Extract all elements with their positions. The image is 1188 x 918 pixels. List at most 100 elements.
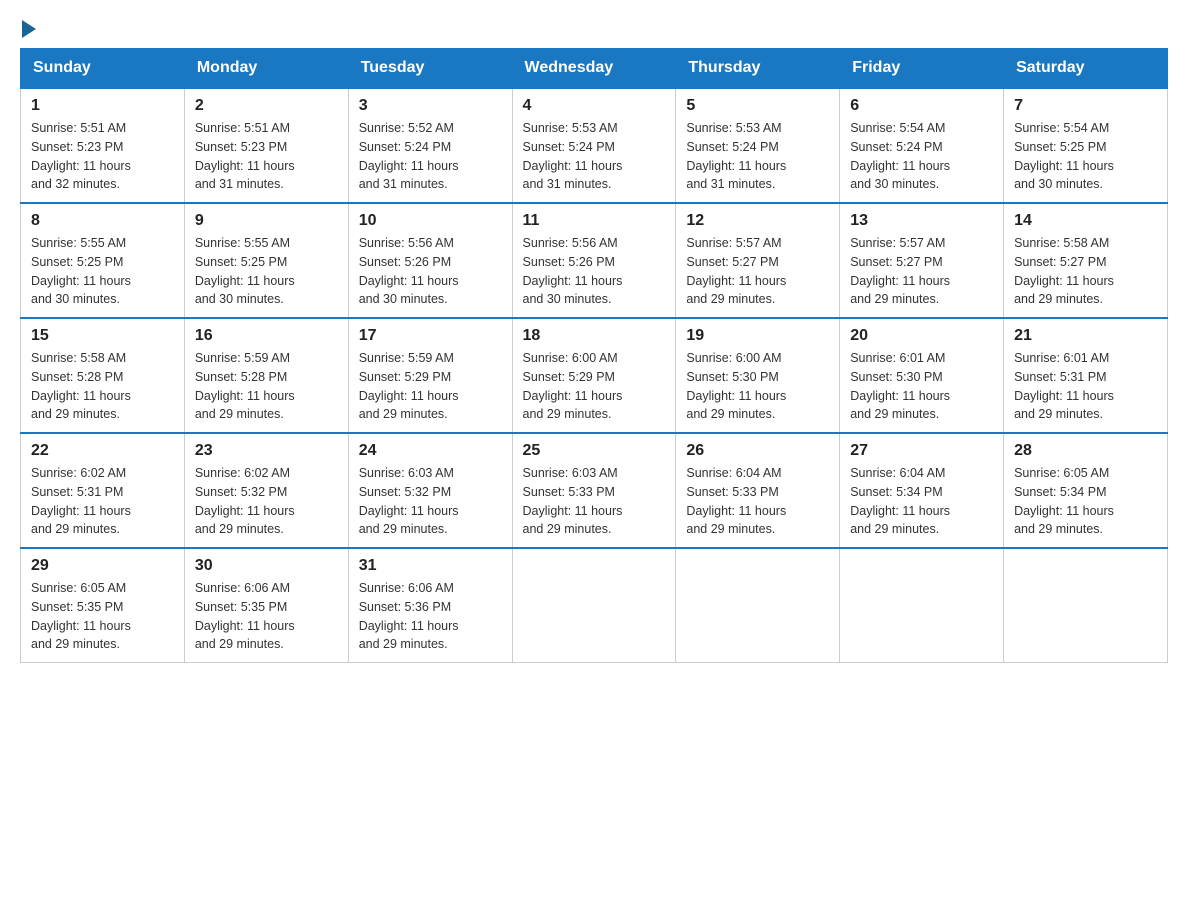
calendar-cell: [1004, 548, 1168, 663]
day-number: 21: [1014, 327, 1157, 345]
day-info: Sunrise: 6:02 AMSunset: 5:32 PMDaylight:…: [195, 466, 295, 536]
calendar-cell: 17 Sunrise: 5:59 AMSunset: 5:29 PMDaylig…: [348, 318, 512, 433]
day-number: 4: [523, 97, 666, 115]
calendar-cell: 26 Sunrise: 6:04 AMSunset: 5:33 PMDaylig…: [676, 433, 840, 548]
day-number: 19: [686, 327, 829, 345]
weekday-header-saturday: Saturday: [1004, 49, 1168, 89]
day-info: Sunrise: 5:57 AMSunset: 5:27 PMDaylight:…: [850, 236, 950, 306]
calendar-cell: 5 Sunrise: 5:53 AMSunset: 5:24 PMDayligh…: [676, 88, 840, 203]
day-number: 23: [195, 442, 338, 460]
day-info: Sunrise: 6:04 AMSunset: 5:34 PMDaylight:…: [850, 466, 950, 536]
day-number: 30: [195, 557, 338, 575]
day-number: 6: [850, 97, 993, 115]
calendar-cell: 18 Sunrise: 6:00 AMSunset: 5:29 PMDaylig…: [512, 318, 676, 433]
day-number: 16: [195, 327, 338, 345]
page-header: [20, 20, 1168, 38]
day-info: Sunrise: 6:00 AMSunset: 5:29 PMDaylight:…: [523, 351, 623, 421]
weekday-header-tuesday: Tuesday: [348, 49, 512, 89]
day-number: 22: [31, 442, 174, 460]
calendar-cell: 28 Sunrise: 6:05 AMSunset: 5:34 PMDaylig…: [1004, 433, 1168, 548]
calendar-cell: 4 Sunrise: 5:53 AMSunset: 5:24 PMDayligh…: [512, 88, 676, 203]
calendar-cell: 15 Sunrise: 5:58 AMSunset: 5:28 PMDaylig…: [21, 318, 185, 433]
calendar-cell: 16 Sunrise: 5:59 AMSunset: 5:28 PMDaylig…: [184, 318, 348, 433]
day-info: Sunrise: 6:01 AMSunset: 5:30 PMDaylight:…: [850, 351, 950, 421]
day-info: Sunrise: 5:57 AMSunset: 5:27 PMDaylight:…: [686, 236, 786, 306]
calendar-cell: 3 Sunrise: 5:52 AMSunset: 5:24 PMDayligh…: [348, 88, 512, 203]
calendar-week-row: 8 Sunrise: 5:55 AMSunset: 5:25 PMDayligh…: [21, 203, 1168, 318]
day-number: 27: [850, 442, 993, 460]
day-number: 28: [1014, 442, 1157, 460]
day-number: 8: [31, 212, 174, 230]
day-info: Sunrise: 6:00 AMSunset: 5:30 PMDaylight:…: [686, 351, 786, 421]
day-info: Sunrise: 5:53 AMSunset: 5:24 PMDaylight:…: [686, 121, 786, 191]
weekday-header-friday: Friday: [840, 49, 1004, 89]
calendar-week-row: 15 Sunrise: 5:58 AMSunset: 5:28 PMDaylig…: [21, 318, 1168, 433]
calendar-cell: 12 Sunrise: 5:57 AMSunset: 5:27 PMDaylig…: [676, 203, 840, 318]
day-number: 14: [1014, 212, 1157, 230]
calendar-cell: 10 Sunrise: 5:56 AMSunset: 5:26 PMDaylig…: [348, 203, 512, 318]
calendar-week-row: 22 Sunrise: 6:02 AMSunset: 5:31 PMDaylig…: [21, 433, 1168, 548]
calendar-cell: 30 Sunrise: 6:06 AMSunset: 5:35 PMDaylig…: [184, 548, 348, 663]
day-info: Sunrise: 5:51 AMSunset: 5:23 PMDaylight:…: [195, 121, 295, 191]
day-info: Sunrise: 6:03 AMSunset: 5:32 PMDaylight:…: [359, 466, 459, 536]
calendar-header-row: SundayMondayTuesdayWednesdayThursdayFrid…: [21, 49, 1168, 89]
day-info: Sunrise: 6:05 AMSunset: 5:35 PMDaylight:…: [31, 581, 131, 651]
calendar-cell: 7 Sunrise: 5:54 AMSunset: 5:25 PMDayligh…: [1004, 88, 1168, 203]
logo-triangle-icon: [22, 20, 36, 38]
day-info: Sunrise: 5:56 AMSunset: 5:26 PMDaylight:…: [359, 236, 459, 306]
calendar-cell: [840, 548, 1004, 663]
day-info: Sunrise: 5:56 AMSunset: 5:26 PMDaylight:…: [523, 236, 623, 306]
day-info: Sunrise: 5:59 AMSunset: 5:28 PMDaylight:…: [195, 351, 295, 421]
calendar-table: SundayMondayTuesdayWednesdayThursdayFrid…: [20, 48, 1168, 663]
day-info: Sunrise: 5:55 AMSunset: 5:25 PMDaylight:…: [31, 236, 131, 306]
day-number: 17: [359, 327, 502, 345]
day-info: Sunrise: 6:05 AMSunset: 5:34 PMDaylight:…: [1014, 466, 1114, 536]
day-info: Sunrise: 6:03 AMSunset: 5:33 PMDaylight:…: [523, 466, 623, 536]
day-info: Sunrise: 5:58 AMSunset: 5:28 PMDaylight:…: [31, 351, 131, 421]
day-number: 26: [686, 442, 829, 460]
day-info: Sunrise: 5:52 AMSunset: 5:24 PMDaylight:…: [359, 121, 459, 191]
day-number: 7: [1014, 97, 1157, 115]
day-info: Sunrise: 6:06 AMSunset: 5:36 PMDaylight:…: [359, 581, 459, 651]
calendar-cell: [512, 548, 676, 663]
calendar-cell: 20 Sunrise: 6:01 AMSunset: 5:30 PMDaylig…: [840, 318, 1004, 433]
day-number: 25: [523, 442, 666, 460]
logo: [20, 20, 38, 38]
day-number: 24: [359, 442, 502, 460]
day-number: 3: [359, 97, 502, 115]
day-number: 11: [523, 212, 666, 230]
calendar-cell: 27 Sunrise: 6:04 AMSunset: 5:34 PMDaylig…: [840, 433, 1004, 548]
calendar-cell: 22 Sunrise: 6:02 AMSunset: 5:31 PMDaylig…: [21, 433, 185, 548]
calendar-cell: 14 Sunrise: 5:58 AMSunset: 5:27 PMDaylig…: [1004, 203, 1168, 318]
day-info: Sunrise: 5:58 AMSunset: 5:27 PMDaylight:…: [1014, 236, 1114, 306]
day-info: Sunrise: 6:02 AMSunset: 5:31 PMDaylight:…: [31, 466, 131, 536]
calendar-week-row: 1 Sunrise: 5:51 AMSunset: 5:23 PMDayligh…: [21, 88, 1168, 203]
day-info: Sunrise: 6:06 AMSunset: 5:35 PMDaylight:…: [195, 581, 295, 651]
calendar-cell: 24 Sunrise: 6:03 AMSunset: 5:32 PMDaylig…: [348, 433, 512, 548]
calendar-cell: 19 Sunrise: 6:00 AMSunset: 5:30 PMDaylig…: [676, 318, 840, 433]
day-number: 10: [359, 212, 502, 230]
calendar-cell: 8 Sunrise: 5:55 AMSunset: 5:25 PMDayligh…: [21, 203, 185, 318]
weekday-header-monday: Monday: [184, 49, 348, 89]
day-number: 20: [850, 327, 993, 345]
calendar-week-row: 29 Sunrise: 6:05 AMSunset: 5:35 PMDaylig…: [21, 548, 1168, 663]
calendar-cell: 29 Sunrise: 6:05 AMSunset: 5:35 PMDaylig…: [21, 548, 185, 663]
calendar-cell: 1 Sunrise: 5:51 AMSunset: 5:23 PMDayligh…: [21, 88, 185, 203]
day-info: Sunrise: 5:55 AMSunset: 5:25 PMDaylight:…: [195, 236, 295, 306]
day-number: 31: [359, 557, 502, 575]
calendar-cell: 6 Sunrise: 5:54 AMSunset: 5:24 PMDayligh…: [840, 88, 1004, 203]
day-number: 12: [686, 212, 829, 230]
day-number: 9: [195, 212, 338, 230]
day-info: Sunrise: 6:04 AMSunset: 5:33 PMDaylight:…: [686, 466, 786, 536]
calendar-cell: 23 Sunrise: 6:02 AMSunset: 5:32 PMDaylig…: [184, 433, 348, 548]
calendar-cell: 2 Sunrise: 5:51 AMSunset: 5:23 PMDayligh…: [184, 88, 348, 203]
calendar-cell: 31 Sunrise: 6:06 AMSunset: 5:36 PMDaylig…: [348, 548, 512, 663]
day-number: 2: [195, 97, 338, 115]
day-info: Sunrise: 5:59 AMSunset: 5:29 PMDaylight:…: [359, 351, 459, 421]
day-number: 15: [31, 327, 174, 345]
weekday-header-thursday: Thursday: [676, 49, 840, 89]
day-info: Sunrise: 6:01 AMSunset: 5:31 PMDaylight:…: [1014, 351, 1114, 421]
day-number: 18: [523, 327, 666, 345]
day-number: 1: [31, 97, 174, 115]
weekday-header-wednesday: Wednesday: [512, 49, 676, 89]
